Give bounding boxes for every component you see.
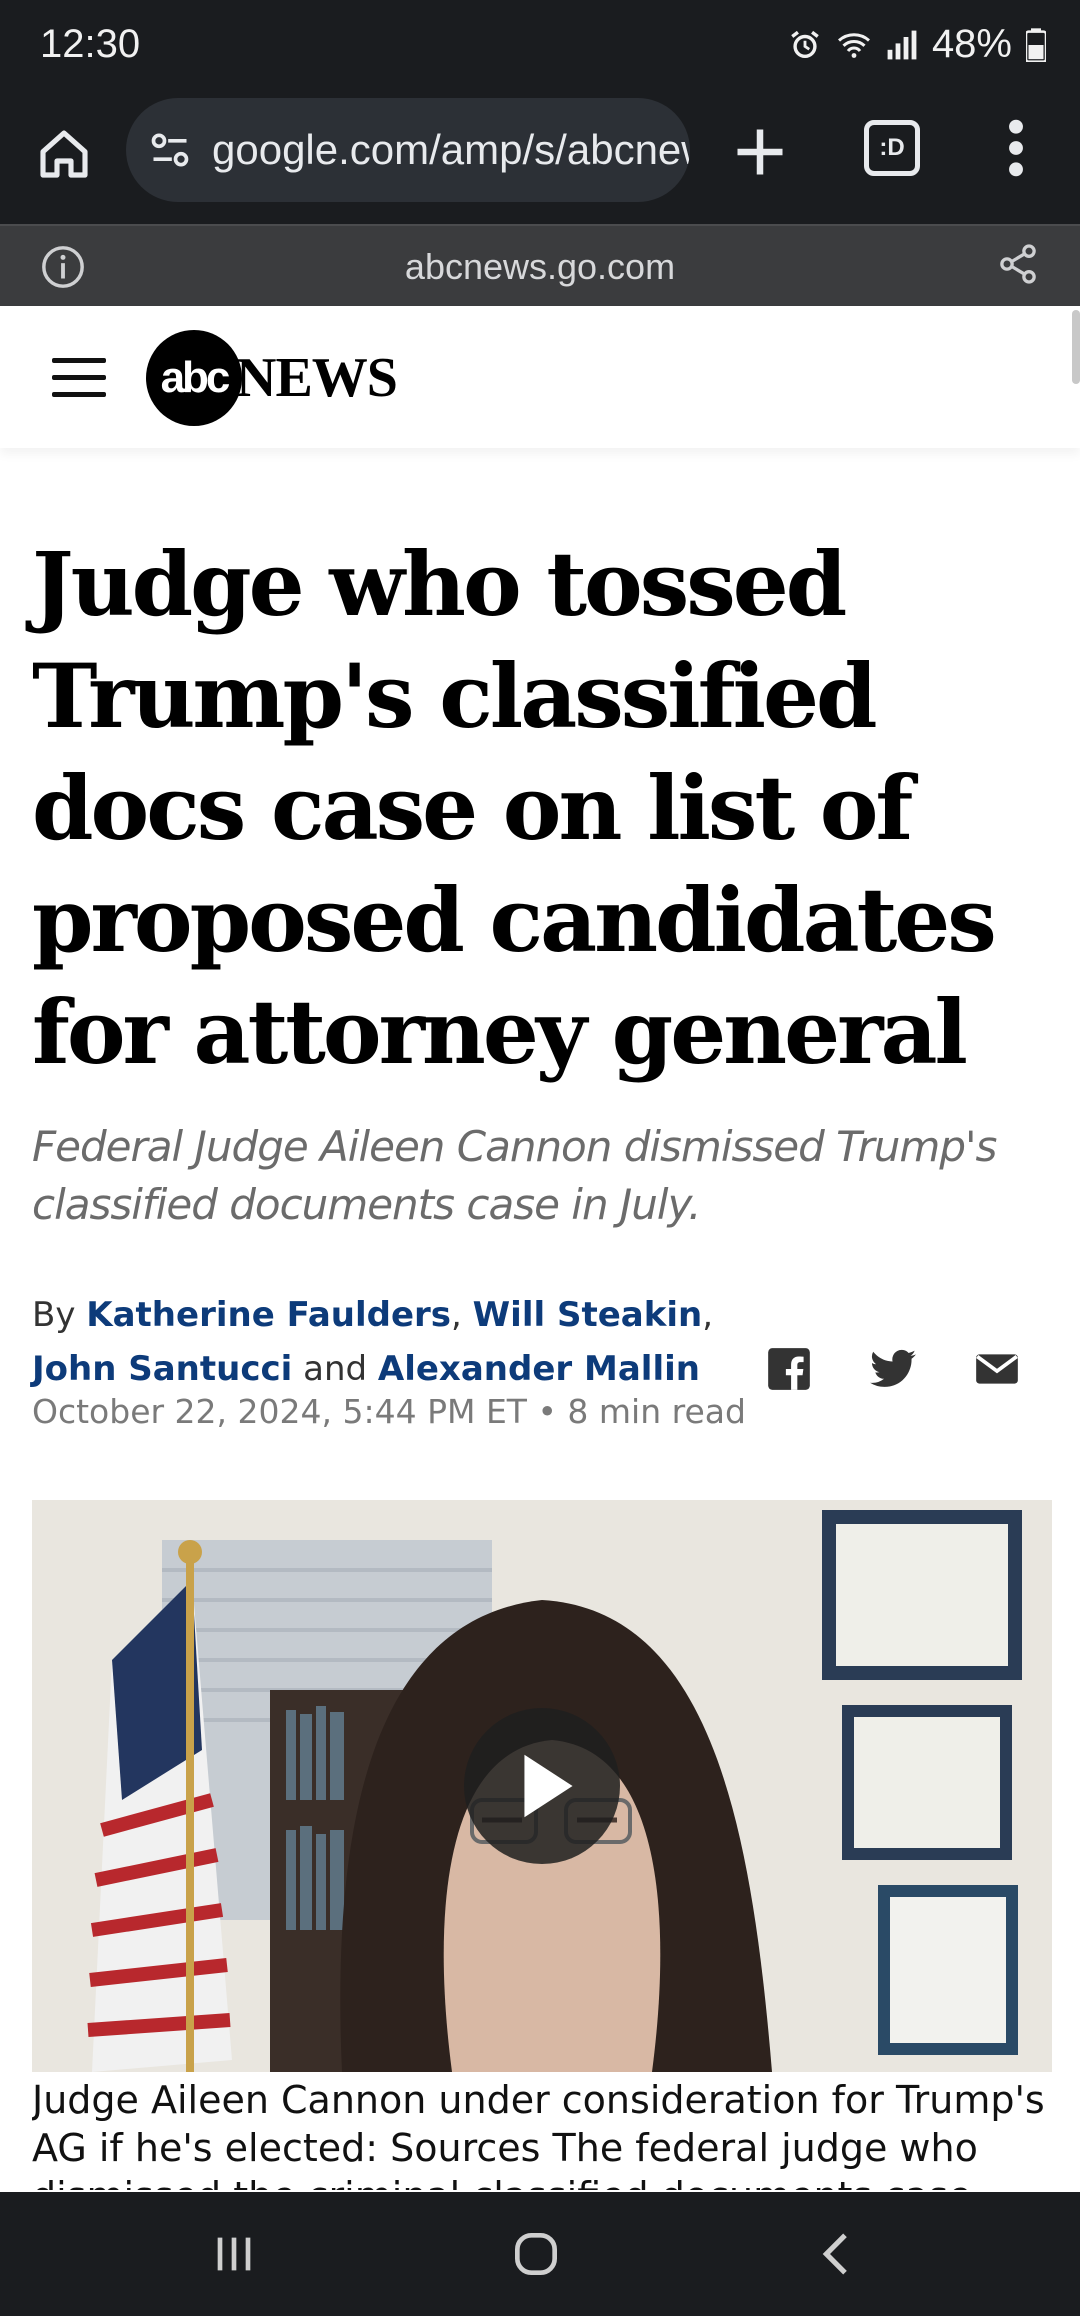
home-nav-icon[interactable] [506, 2226, 566, 2282]
byline-prefix: By [32, 1295, 76, 1335]
recents-icon[interactable] [204, 2226, 264, 2282]
author-link[interactable]: Alexander Mallin [378, 1349, 700, 1389]
url-text[interactable]: google.com/amp/s/abcnews.go.com [212, 126, 690, 174]
battery-icon [1026, 27, 1046, 62]
site-settings-icon[interactable] [148, 128, 192, 172]
facebook-icon[interactable] [764, 1344, 814, 1394]
site-domain: abcnews.go.com [404, 246, 676, 287]
browser-toolbar: google.com/amp/s/abcnews.go.com :D [0, 96, 1080, 224]
byline: By Katherine Faulders, Will Steakin, Joh… [32, 1288, 752, 1396]
video-player[interactable] [32, 1500, 1052, 2072]
wifi-icon [837, 32, 870, 58]
author-link[interactable]: Katherine Faulders [86, 1295, 451, 1335]
email-icon[interactable] [972, 1344, 1022, 1394]
video-caption: Judge Aileen Cannon under consideration … [32, 2078, 1045, 2190]
logo-news: NEWS [236, 347, 398, 409]
alarm-icon [791, 30, 819, 58]
home-icon[interactable] [36, 126, 92, 182]
meta-dot: • [537, 1392, 568, 1431]
play-icon[interactable] [464, 1708, 620, 1864]
tab-switcher-button[interactable]: :D [864, 120, 920, 176]
article-headline: Judge who tossed Trump's classified docs… [32, 532, 997, 1084]
byline-and: and [303, 1349, 368, 1389]
new-tab-icon[interactable] [730, 122, 790, 182]
back-icon[interactable] [808, 2226, 868, 2282]
more-vert-icon[interactable] [996, 116, 1036, 180]
system-nav-bar [0, 2192, 1080, 2316]
battery-percent: 48% [931, 22, 1012, 66]
author-link[interactable]: Will Steakin [473, 1295, 703, 1335]
article-meta: October 22, 2024, 5:44 PM ET • 8 min rea… [32, 1392, 746, 1431]
read-time: 8 min read [567, 1392, 746, 1431]
scrollbar-thumb[interactable] [1072, 310, 1080, 384]
address-bar[interactable]: google.com/amp/s/abcnews.go.com [126, 98, 690, 202]
status-time: 12:30 [40, 22, 141, 66]
twitter-icon[interactable] [868, 1344, 918, 1394]
signal-icon [887, 30, 917, 59]
author-link[interactable]: John Santucci [32, 1349, 292, 1389]
author-separator: , [702, 1295, 714, 1335]
article-subhead: Federal Judge Aileen Cannon dismissed Tr… [32, 1122, 997, 1229]
hamburger-menu-icon[interactable] [52, 358, 106, 398]
site-info-bar: abcnews.go.com [0, 224, 1080, 306]
tab-switcher-label: :D [879, 134, 905, 161]
publish-date: October 22, 2024, 5:44 PM ET [32, 1392, 527, 1431]
status-bar: 12:30 48% [0, 0, 1080, 96]
share-icon[interactable] [996, 242, 1040, 286]
abc-news-logo[interactable]: abc NEWS [146, 330, 398, 426]
logo-abc: abc [146, 330, 242, 426]
status-icons: 48% [788, 22, 1046, 67]
author-separator: , [451, 1295, 462, 1335]
site-header: abc NEWS [0, 306, 1080, 448]
